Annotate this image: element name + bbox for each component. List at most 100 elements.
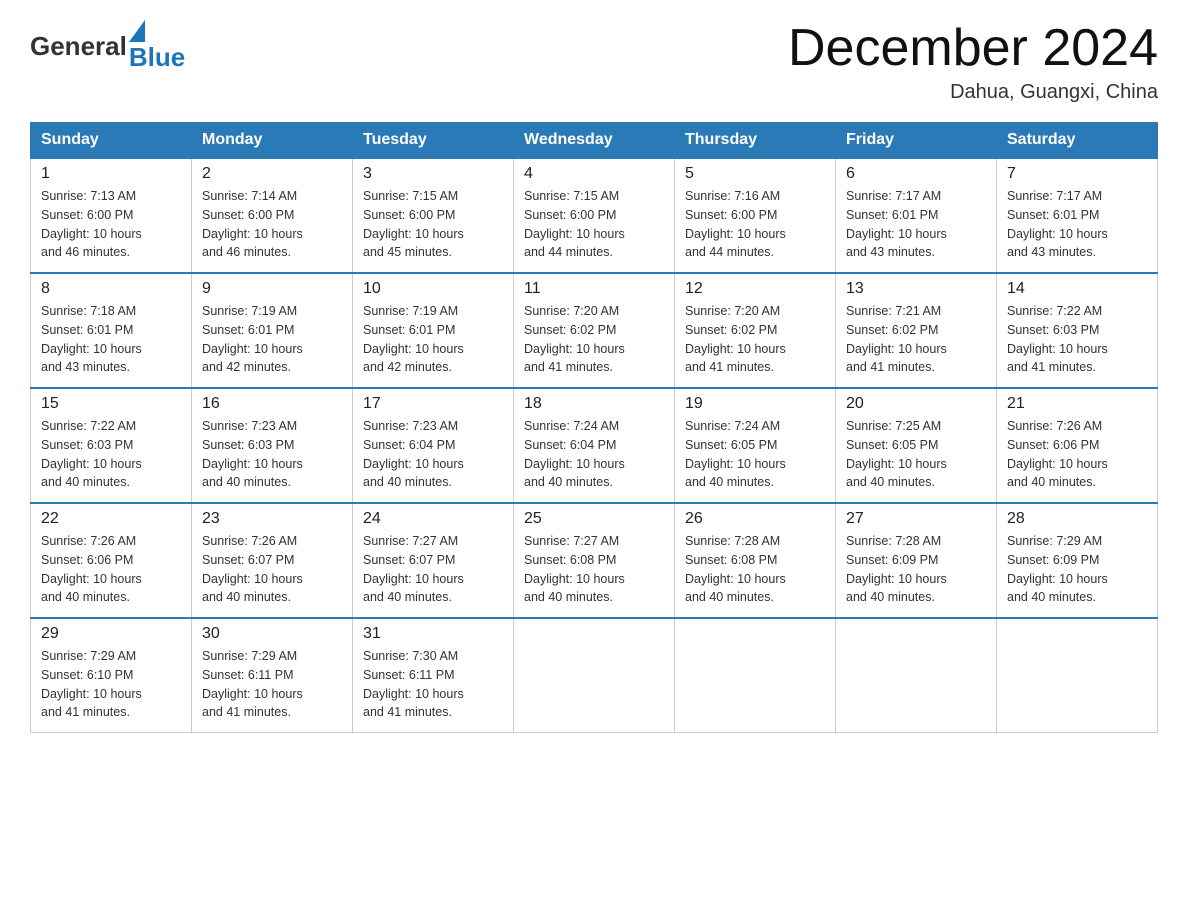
day-number: 3 <box>363 165 503 183</box>
day-info: Sunrise: 7:26 AMSunset: 6:07 PMDaylight:… <box>202 532 342 607</box>
day-cell-22: 22 Sunrise: 7:26 AMSunset: 6:06 PMDaylig… <box>31 503 192 618</box>
day-number: 11 <box>524 280 664 298</box>
day-number: 28 <box>1007 510 1147 528</box>
day-number: 8 <box>41 280 181 298</box>
day-number: 20 <box>846 395 986 413</box>
day-cell-6: 6 Sunrise: 7:17 AMSunset: 6:01 PMDayligh… <box>836 158 997 273</box>
day-info: Sunrise: 7:15 AMSunset: 6:00 PMDaylight:… <box>524 187 664 262</box>
day-info: Sunrise: 7:15 AMSunset: 6:00 PMDaylight:… <box>363 187 503 262</box>
weekday-header-wednesday: Wednesday <box>514 123 675 159</box>
day-info: Sunrise: 7:27 AMSunset: 6:07 PMDaylight:… <box>363 532 503 607</box>
day-cell-23: 23 Sunrise: 7:26 AMSunset: 6:07 PMDaylig… <box>192 503 353 618</box>
day-number: 1 <box>41 165 181 183</box>
day-info: Sunrise: 7:29 AMSunset: 6:10 PMDaylight:… <box>41 647 181 722</box>
day-number: 13 <box>846 280 986 298</box>
day-info: Sunrise: 7:26 AMSunset: 6:06 PMDaylight:… <box>41 532 181 607</box>
day-cell-9: 9 Sunrise: 7:19 AMSunset: 6:01 PMDayligh… <box>192 273 353 388</box>
weekday-header-friday: Friday <box>836 123 997 159</box>
day-cell-26: 26 Sunrise: 7:28 AMSunset: 6:08 PMDaylig… <box>675 503 836 618</box>
day-cell-17: 17 Sunrise: 7:23 AMSunset: 6:04 PMDaylig… <box>353 388 514 503</box>
day-cell-19: 19 Sunrise: 7:24 AMSunset: 6:05 PMDaylig… <box>675 388 836 503</box>
week-row-1: 1 Sunrise: 7:13 AMSunset: 6:00 PMDayligh… <box>31 158 1158 273</box>
day-cell-31: 31 Sunrise: 7:30 AMSunset: 6:11 PMDaylig… <box>353 618 514 733</box>
day-cell-8: 8 Sunrise: 7:18 AMSunset: 6:01 PMDayligh… <box>31 273 192 388</box>
day-cell-25: 25 Sunrise: 7:27 AMSunset: 6:08 PMDaylig… <box>514 503 675 618</box>
day-cell-28: 28 Sunrise: 7:29 AMSunset: 6:09 PMDaylig… <box>997 503 1158 618</box>
day-info: Sunrise: 7:20 AMSunset: 6:02 PMDaylight:… <box>524 302 664 377</box>
logo-general-text: General <box>30 31 127 62</box>
day-cell-15: 15 Sunrise: 7:22 AMSunset: 6:03 PMDaylig… <box>31 388 192 503</box>
day-cell-4: 4 Sunrise: 7:15 AMSunset: 6:00 PMDayligh… <box>514 158 675 273</box>
day-info: Sunrise: 7:29 AMSunset: 6:11 PMDaylight:… <box>202 647 342 722</box>
logo: General Blue <box>30 20 185 73</box>
day-cell-10: 10 Sunrise: 7:19 AMSunset: 6:01 PMDaylig… <box>353 273 514 388</box>
weekday-header-thursday: Thursday <box>675 123 836 159</box>
day-info: Sunrise: 7:20 AMSunset: 6:02 PMDaylight:… <box>685 302 825 377</box>
calendar-table: SundayMondayTuesdayWednesdayThursdayFrid… <box>30 122 1158 733</box>
day-cell-27: 27 Sunrise: 7:28 AMSunset: 6:09 PMDaylig… <box>836 503 997 618</box>
day-info: Sunrise: 7:30 AMSunset: 6:11 PMDaylight:… <box>363 647 503 722</box>
day-info: Sunrise: 7:16 AMSunset: 6:00 PMDaylight:… <box>685 187 825 262</box>
empty-cell <box>514 618 675 733</box>
day-number: 25 <box>524 510 664 528</box>
month-title: December 2024 <box>788 20 1158 77</box>
day-info: Sunrise: 7:18 AMSunset: 6:01 PMDaylight:… <box>41 302 181 377</box>
day-number: 15 <box>41 395 181 413</box>
day-info: Sunrise: 7:25 AMSunset: 6:05 PMDaylight:… <box>846 417 986 492</box>
day-number: 23 <box>202 510 342 528</box>
day-info: Sunrise: 7:17 AMSunset: 6:01 PMDaylight:… <box>846 187 986 262</box>
day-cell-7: 7 Sunrise: 7:17 AMSunset: 6:01 PMDayligh… <box>997 158 1158 273</box>
day-cell-13: 13 Sunrise: 7:21 AMSunset: 6:02 PMDaylig… <box>836 273 997 388</box>
day-cell-11: 11 Sunrise: 7:20 AMSunset: 6:02 PMDaylig… <box>514 273 675 388</box>
day-info: Sunrise: 7:17 AMSunset: 6:01 PMDaylight:… <box>1007 187 1147 262</box>
day-info: Sunrise: 7:24 AMSunset: 6:05 PMDaylight:… <box>685 417 825 492</box>
page-header: General Blue December 2024 Dahua, Guangx… <box>30 20 1158 104</box>
day-cell-2: 2 Sunrise: 7:14 AMSunset: 6:00 PMDayligh… <box>192 158 353 273</box>
day-number: 26 <box>685 510 825 528</box>
day-number: 31 <box>363 625 503 643</box>
weekday-header-monday: Monday <box>192 123 353 159</box>
day-number: 12 <box>685 280 825 298</box>
day-number: 24 <box>363 510 503 528</box>
day-info: Sunrise: 7:26 AMSunset: 6:06 PMDaylight:… <box>1007 417 1147 492</box>
day-number: 14 <box>1007 280 1147 298</box>
day-number: 29 <box>41 625 181 643</box>
day-number: 27 <box>846 510 986 528</box>
day-info: Sunrise: 7:13 AMSunset: 6:00 PMDaylight:… <box>41 187 181 262</box>
day-cell-5: 5 Sunrise: 7:16 AMSunset: 6:00 PMDayligh… <box>675 158 836 273</box>
day-info: Sunrise: 7:23 AMSunset: 6:03 PMDaylight:… <box>202 417 342 492</box>
weekday-header-saturday: Saturday <box>997 123 1158 159</box>
day-number: 9 <box>202 280 342 298</box>
day-number: 2 <box>202 165 342 183</box>
week-row-4: 22 Sunrise: 7:26 AMSunset: 6:06 PMDaylig… <box>31 503 1158 618</box>
day-info: Sunrise: 7:22 AMSunset: 6:03 PMDaylight:… <box>1007 302 1147 377</box>
day-info: Sunrise: 7:23 AMSunset: 6:04 PMDaylight:… <box>363 417 503 492</box>
day-info: Sunrise: 7:19 AMSunset: 6:01 PMDaylight:… <box>202 302 342 377</box>
day-number: 19 <box>685 395 825 413</box>
week-row-2: 8 Sunrise: 7:18 AMSunset: 6:01 PMDayligh… <box>31 273 1158 388</box>
weekday-header-sunday: Sunday <box>31 123 192 159</box>
empty-cell <box>997 618 1158 733</box>
day-info: Sunrise: 7:14 AMSunset: 6:00 PMDaylight:… <box>202 187 342 262</box>
day-info: Sunrise: 7:19 AMSunset: 6:01 PMDaylight:… <box>363 302 503 377</box>
day-info: Sunrise: 7:21 AMSunset: 6:02 PMDaylight:… <box>846 302 986 377</box>
day-number: 17 <box>363 395 503 413</box>
day-cell-24: 24 Sunrise: 7:27 AMSunset: 6:07 PMDaylig… <box>353 503 514 618</box>
day-number: 5 <box>685 165 825 183</box>
day-cell-16: 16 Sunrise: 7:23 AMSunset: 6:03 PMDaylig… <box>192 388 353 503</box>
day-cell-30: 30 Sunrise: 7:29 AMSunset: 6:11 PMDaylig… <box>192 618 353 733</box>
day-number: 21 <box>1007 395 1147 413</box>
day-cell-29: 29 Sunrise: 7:29 AMSunset: 6:10 PMDaylig… <box>31 618 192 733</box>
day-cell-18: 18 Sunrise: 7:24 AMSunset: 6:04 PMDaylig… <box>514 388 675 503</box>
title-area: December 2024 Dahua, Guangxi, China <box>788 20 1158 104</box>
day-info: Sunrise: 7:28 AMSunset: 6:08 PMDaylight:… <box>685 532 825 607</box>
logo-arrow-icon <box>129 20 145 42</box>
day-number: 4 <box>524 165 664 183</box>
week-row-3: 15 Sunrise: 7:22 AMSunset: 6:03 PMDaylig… <box>31 388 1158 503</box>
day-info: Sunrise: 7:24 AMSunset: 6:04 PMDaylight:… <box>524 417 664 492</box>
day-cell-20: 20 Sunrise: 7:25 AMSunset: 6:05 PMDaylig… <box>836 388 997 503</box>
day-number: 30 <box>202 625 342 643</box>
day-info: Sunrise: 7:28 AMSunset: 6:09 PMDaylight:… <box>846 532 986 607</box>
day-cell-1: 1 Sunrise: 7:13 AMSunset: 6:00 PMDayligh… <box>31 158 192 273</box>
empty-cell <box>836 618 997 733</box>
